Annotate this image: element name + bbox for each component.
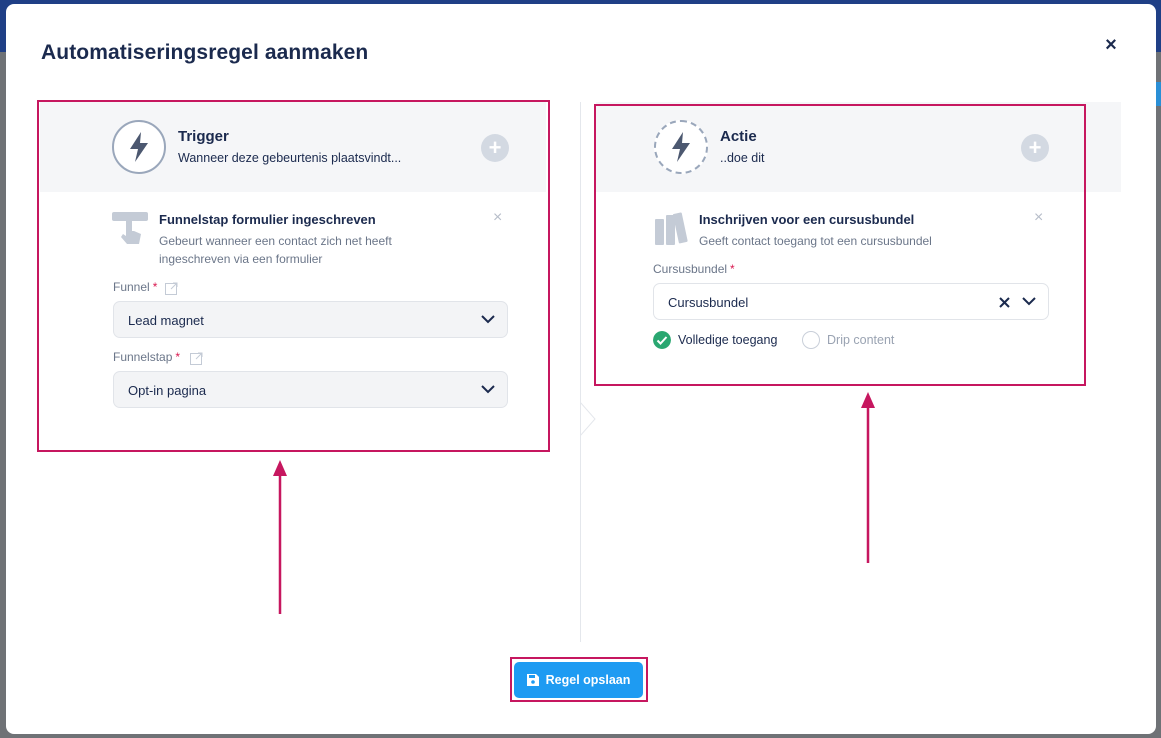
column-divider xyxy=(580,102,581,642)
modal-title: Automatiseringsregel aanmaken xyxy=(41,41,369,64)
annotation-arrow-trigger xyxy=(273,460,287,614)
highlight-box-trigger xyxy=(37,100,550,452)
annotation-arrow-actie xyxy=(861,392,875,563)
flow-chevron xyxy=(580,402,596,436)
highlight-box-save xyxy=(510,657,648,702)
highlight-box-actie xyxy=(594,104,1086,386)
close-icon[interactable]: × xyxy=(1100,34,1122,56)
